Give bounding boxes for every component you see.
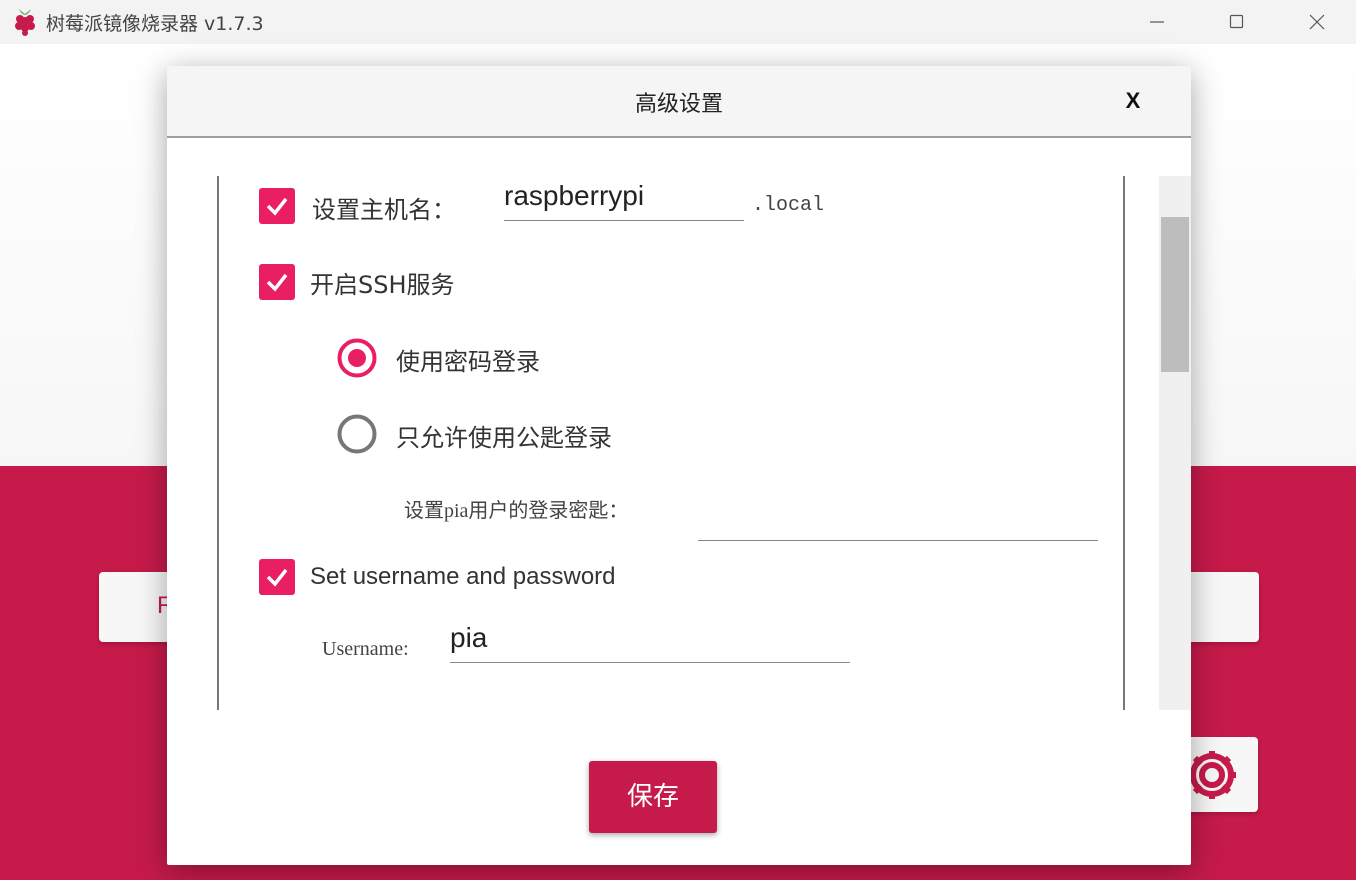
password-login-label: 使用密码登录 [396,348,540,376]
settings-scroll-area[interactable]: 设置主机名： .local 开启SSH服务 使用密码登录 只允许使用公匙登录 设… [217,176,1125,710]
public-key-input[interactable] [698,494,1098,541]
save-button[interactable]: 保存 [589,761,717,833]
raspberry-pi-icon [15,9,35,36]
user-checkbox[interactable] [259,559,295,595]
window-close-button[interactable] [1277,0,1356,44]
dialog-title: 高级设置 [634,92,723,117]
hostname-label: 设置主机名： [312,196,456,224]
username-input[interactable] [450,622,850,663]
hostname-input[interactable] [504,180,744,221]
maximize-icon [1229,14,1244,29]
hostname-suffix: .local [752,194,825,217]
checkmark-icon [266,197,288,216]
settings-scrollbar[interactable] [1159,176,1191,710]
radio-pubkey-login[interactable] [337,414,377,454]
maximize-button[interactable] [1197,0,1277,44]
dialog-close-button[interactable]: X [1115,84,1151,118]
public-key-label: 设置pia用户的登录密匙： [404,500,629,522]
minimize-icon [1150,21,1164,23]
radio-password-login[interactable] [337,338,377,378]
username-label: Username: [322,638,409,660]
ssh-checkbox[interactable] [259,264,295,300]
window-title: 树莓派镜像烧录器 v1.7.3 [46,13,264,35]
scrollbar-thumb[interactable] [1161,217,1189,372]
hostname-checkbox[interactable] [259,188,295,224]
dialog-header: 高级设置 X [167,66,1191,138]
set-user-label: Set username and password [310,563,616,590]
window-titlebar: 树莓派镜像烧录器 v1.7.3 [0,0,1356,44]
advanced-settings-dialog: 高级设置 X 设置主机名： .local 开启SSH服务 使用密码登录 只允许使… [167,66,1191,865]
minimize-button[interactable] [1117,0,1197,44]
checkmark-icon [266,568,288,587]
pubkey-login-label: 只允许使用公匙登录 [396,424,612,452]
ssh-label: 开启SSH服务 [310,271,455,299]
checkmark-icon [266,273,288,292]
close-icon [1309,14,1325,30]
